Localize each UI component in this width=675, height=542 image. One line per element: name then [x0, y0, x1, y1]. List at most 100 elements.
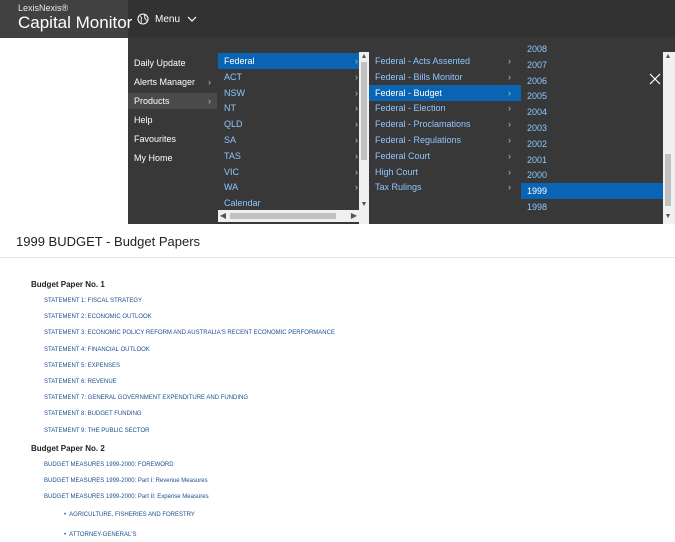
globe-icon [137, 13, 149, 25]
document-link[interactable]: STATEMENT 4: FINANCIAL OUTLOOK [44, 347, 150, 353]
col2-item[interactable]: NT › [218, 100, 361, 116]
col4-item-label: 2002 [527, 138, 548, 149]
col4-item-label: 2008 [527, 44, 548, 54]
scroll-up-icon[interactable]: ▲ [359, 52, 369, 62]
col3-item[interactable]: High Court › [369, 164, 521, 180]
col2-item[interactable]: WA › [218, 179, 361, 195]
document-sublink[interactable]: • AGRICULTURE, FISHERIES AND FORESTRY [64, 512, 195, 518]
col2-item-label: VIC [224, 166, 240, 177]
menu-button[interactable]: Menu [137, 10, 197, 28]
col3-item[interactable]: Federal - Proclamations › [369, 116, 521, 132]
col4-item[interactable]: 2006 [521, 73, 663, 89]
col4-item-label: 2005 [527, 91, 548, 102]
col2-item-label: Calendar [224, 198, 261, 209]
close-icon[interactable] [648, 72, 662, 86]
col3-item-label: Federal - Budget [375, 87, 443, 98]
logo[interactable]: LexisNexis® Capital Monitor [0, 0, 132, 38]
col3-item[interactable]: Federal - Bills Monitor › [369, 69, 521, 85]
chevron-right-icon: › [355, 56, 358, 66]
col3-item[interactable]: Federal Court › [369, 148, 521, 164]
col4-item[interactable]: 1999 [521, 183, 663, 200]
scroll-down-icon[interactable]: ▼ [663, 212, 673, 222]
menu-column-years: 2008 2007 2006 2005 2004 2003 2002 2001 2000 1999… [521, 38, 663, 224]
scrollbar-thumb[interactable] [665, 154, 671, 206]
col4-item-label: 2000 [527, 170, 548, 181]
col2-item[interactable]: SA › [218, 132, 361, 148]
years-scrollbar[interactable]: ▲ ▼ [663, 52, 675, 224]
col2-item-label: Federal [224, 56, 255, 66]
col4-item[interactable]: 2004 [521, 104, 663, 120]
col4-item[interactable]: 2007 [521, 57, 663, 73]
document-link[interactable]: STATEMENT 9: THE PUBLIC SECTOR [44, 428, 149, 434]
col2-item[interactable]: Calendar [218, 195, 361, 211]
document-link[interactable]: STATEMENT 8: BUDGET FUNDING [44, 411, 142, 417]
bullet-icon: • [64, 512, 67, 518]
chevron-right-icon: › [355, 166, 358, 177]
jurisdictions-scrollbar[interactable]: ▲ ▼ [359, 52, 369, 224]
col1-item[interactable]: Alerts Manager › [128, 74, 217, 90]
chevron-right-icon: › [355, 150, 358, 161]
col4-item[interactable]: 2001 [521, 152, 663, 168]
jurisdictions-hscrollbar[interactable]: ◀ ▶ [218, 210, 359, 222]
col3-item[interactable]: Federal - Election › [369, 100, 521, 116]
col4-item[interactable]: 2003 [521, 120, 663, 136]
col2-item[interactable]: VIC › [218, 164, 361, 180]
document-sublink[interactable]: • ATTORNEY-GENERAL'S [64, 532, 137, 538]
col2-item-label: ACT [224, 71, 242, 82]
chevron-right-icon: › [355, 135, 358, 145]
col3-item-label: Federal - Election [375, 103, 446, 114]
bullet-icon: • [64, 532, 67, 538]
col1-item[interactable]: Favourites [128, 131, 217, 147]
chevron-right-icon: › [508, 150, 511, 161]
col3-item-label: Federal - Bills Monitor [375, 71, 463, 82]
col2-item[interactable]: NSW › [218, 85, 361, 101]
col4-item[interactable]: 2000 [521, 167, 663, 183]
document-link[interactable]: STATEMENT 5: EXPENSES [44, 363, 120, 369]
col4-item-label: 2006 [527, 75, 548, 86]
chevron-right-icon: › [355, 182, 358, 193]
col4-item[interactable]: 2002 [521, 136, 663, 152]
chevron-right-icon: › [355, 119, 358, 130]
col1-item[interactable]: Help [128, 112, 217, 128]
col3-item[interactable]: Federal - Acts Assented › [369, 53, 521, 69]
document-link[interactable]: BUDGET MEASURES 1999-2000: Part I: Reven… [44, 478, 208, 484]
col1-item[interactable]: Daily Update [128, 55, 217, 71]
scroll-down-icon[interactable]: ▼ [359, 200, 369, 210]
scroll-up-icon[interactable]: ▲ [663, 52, 673, 62]
col4-item[interactable]: 2008 [521, 41, 663, 57]
col3-item[interactable]: Tax Rulings › [369, 179, 521, 195]
col2-item-label: NSW [224, 87, 245, 98]
col1-item-label: Daily Update [134, 58, 186, 68]
document-link[interactable]: STATEMENT 6: REVENUE [44, 379, 117, 385]
col2-item[interactable]: TAS › [218, 148, 361, 164]
col2-item-label: SA [224, 135, 237, 145]
document-link[interactable]: BUDGET MEASURES 1999-2000: FOREWORD [44, 462, 174, 468]
product-name: Capital Monitor [18, 13, 133, 32]
document-link[interactable]: BUDGET MEASURES 1999-2000: Part II: Expe… [44, 494, 209, 500]
col3-item-label: Federal - Regulations [375, 135, 462, 145]
col2-item[interactable]: ACT › [218, 69, 361, 85]
col3-item[interactable]: Federal - Budget › [369, 84, 521, 101]
col3-item[interactable]: Federal - Regulations › [369, 132, 521, 148]
document-link[interactable]: STATEMENT 3: ECONOMIC POLICY REFORM AND … [44, 330, 335, 336]
col4-item[interactable]: 2005 [521, 88, 663, 104]
hscrollbar-thumb[interactable] [230, 213, 336, 219]
col4-item-label: 2001 [527, 154, 548, 165]
scroll-right-icon[interactable]: ▶ [349, 210, 359, 222]
document-link[interactable]: STATEMENT 1: FISCAL STRATEGY [44, 298, 142, 304]
chevron-right-icon: › [355, 71, 358, 82]
col2-item[interactable]: Federal › [218, 53, 361, 69]
col2-item[interactable]: QLD › [218, 116, 361, 132]
chevron-down-icon [187, 16, 197, 22]
document-link[interactable]: STATEMENT 7: GENERAL GOVERNMENT EXPENDIT… [44, 395, 248, 401]
col1-item[interactable]: My Home [128, 150, 217, 166]
mega-menu: Daily Update Alerts Manager › Products › Help… [0, 38, 675, 224]
col4-item[interactable]: 1998 [521, 199, 663, 215]
scrollbar-thumb[interactable] [361, 62, 367, 160]
document-link[interactable]: STATEMENT 2: ECONOMIC OUTLOOK [44, 314, 152, 320]
chevron-right-icon: › [508, 103, 511, 114]
document-sublink-label: AGRICULTURE, FISHERIES AND FORESTRY [69, 512, 195, 518]
scroll-left-icon[interactable]: ◀ [218, 210, 228, 222]
col1-item[interactable]: Products › [128, 93, 217, 109]
col3-item-label: Tax Rulings [375, 182, 422, 193]
